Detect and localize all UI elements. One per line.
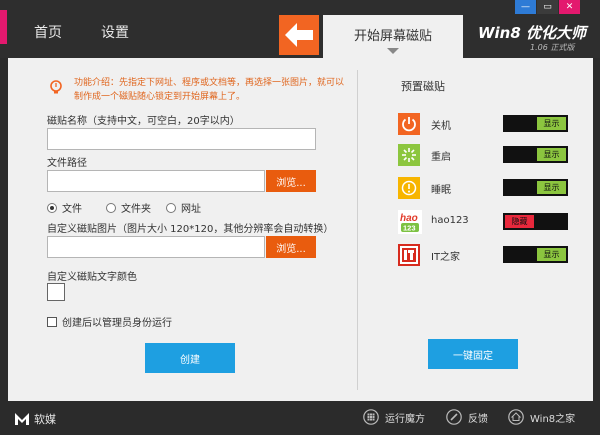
text-color-label: 自定义磁贴文字颜色 [47,272,137,283]
preset-label-ithome: IT之家 [431,252,461,263]
preset-label-restart: 重启 [431,152,451,163]
run-cube-link[interactable]: 运行魔方 [363,409,425,425]
close-icon: ✕ [565,2,574,12]
app-version: 1.06 正式版 [530,43,575,52]
sleep-icon [401,180,417,196]
tab-title-label: 开始屏幕磁贴 [353,29,432,44]
ithome-logo-icon [400,246,418,264]
run-as-admin-checkbox[interactable]: 创建后以管理员身份运行 [47,314,172,329]
radio-file[interactable]: 文件 [47,200,82,215]
sleep-tile-icon [398,177,420,199]
toggle-knob: 显示 [537,148,566,161]
maximize-button[interactable]: ▭ [537,0,558,14]
arrow-left-icon [285,23,313,47]
home-icon [508,409,524,425]
tab-start-screen-tiles[interactable]: 开始屏幕磁贴 [323,15,463,58]
preset-label-sleep: 睡眠 [431,185,451,196]
run-as-admin-label: 创建后以管理员身份运行 [62,318,172,329]
feedback-link[interactable]: 反馈 [446,409,488,425]
tile-name-label: 磁贴名称（支持中文，可空白，20字以内） [47,116,240,127]
power-icon [402,117,416,132]
custom-tile-form: 功能介绍：先指定下网址、程序或文档等，再选择一张图片，就可以制作成一个磁贴随心锁… [8,58,355,401]
preset-tiles-panel: 预置磁贴 关机 显示 重启 显示 睡眠 显示 hao 123 hao123 隐藏… [358,58,593,401]
logo-label: 软媒 [34,413,56,426]
toggle-sleep[interactable]: 显示 [503,179,568,196]
tile-name-input[interactable] [47,128,316,150]
radio-circle [47,202,57,213]
title-bar: 首页 设置 开始屏幕磁贴 Win8 优化大师 1.06 正式版 — ▭ ✕ [0,0,600,58]
preset-tiles-title: 预置磁贴 [401,80,445,93]
main-panel: 功能介绍：先指定下网址、程序或文档等，再选择一张图片，就可以制作成一个磁贴随心锁… [8,58,593,401]
preset-label-shutdown: 关机 [431,121,451,132]
ruanmei-m-icon [15,413,29,425]
ruanmei-logo: 软媒 [15,411,56,427]
maximize-icon: ▭ [543,2,552,12]
toggle-knob: 显示 [537,117,566,130]
chevron-down-icon [387,48,399,54]
lightbulb-icon [50,80,62,94]
toggle-hao123[interactable]: 隐藏 [503,213,568,230]
toggle-restart[interactable]: 显示 [503,146,568,163]
toggle-knob: 显示 [537,248,566,261]
ithome-tile-icon [398,244,420,266]
feedback-label: 反馈 [468,413,488,425]
pencil-icon [446,409,462,425]
restart-icon [402,148,416,162]
radio-folder[interactable]: 文件夹 [106,200,151,215]
radio-url[interactable]: 网址 [166,200,201,215]
image-path-input[interactable] [47,236,265,258]
win8-home-label: Win8之家 [530,413,576,425]
toggle-ithome[interactable]: 显示 [503,246,568,263]
minimize-icon: — [521,2,530,12]
svg-text:hao: hao [400,213,418,224]
accent-stripe [0,10,7,44]
checkbox-box [47,316,57,327]
run-cube-label: 运行魔方 [385,413,425,425]
file-path-input[interactable] [47,170,265,192]
close-button[interactable]: ✕ [559,0,580,14]
create-button[interactable]: 创建 [145,343,235,373]
feature-description: 功能介绍：先指定下网址、程序或文档等，再选择一张图片，就可以制作成一个磁贴随心锁… [74,78,345,102]
hao123-logo-icon: hao 123 [400,213,419,233]
browse-image-button[interactable]: 浏览... [266,236,316,258]
preset-label-hao123: hao123 [431,215,469,226]
shutdown-tile-icon [398,113,420,135]
radio-file-label: 文件 [62,204,82,215]
text-color-picker[interactable] [47,283,65,301]
app-title: Win8 优化大师 [478,24,587,42]
cube-grid-icon [363,409,379,425]
win8-home-link[interactable]: Win8之家 [508,409,575,425]
radio-circle [106,202,116,213]
minimize-button[interactable]: — [515,0,536,14]
radio-url-label: 网址 [181,204,201,215]
footer-bar: 软媒 运行魔方 反馈 Win8之家 [0,401,600,435]
file-path-label: 文件路径 [47,158,87,169]
browse-file-button[interactable]: 浏览... [266,170,316,192]
radio-folder-label: 文件夹 [121,204,151,215]
nav-settings[interactable]: 设置 [101,22,129,42]
radio-circle [166,202,176,213]
back-button[interactable] [279,15,319,55]
toggle-knob: 显示 [537,181,566,194]
custom-image-label: 自定义磁贴图片（图片大小 120*120，其他分辨率会自动转换） [47,224,334,235]
nav-home[interactable]: 首页 [34,22,62,42]
toggle-knob: 隐藏 [505,215,534,228]
restart-tile-icon [398,144,420,166]
toggle-shutdown[interactable]: 显示 [503,115,568,132]
svg-text:123: 123 [403,224,416,233]
pin-all-button[interactable]: 一键固定 [428,339,518,369]
hao123-tile-icon: hao 123 [398,210,422,234]
